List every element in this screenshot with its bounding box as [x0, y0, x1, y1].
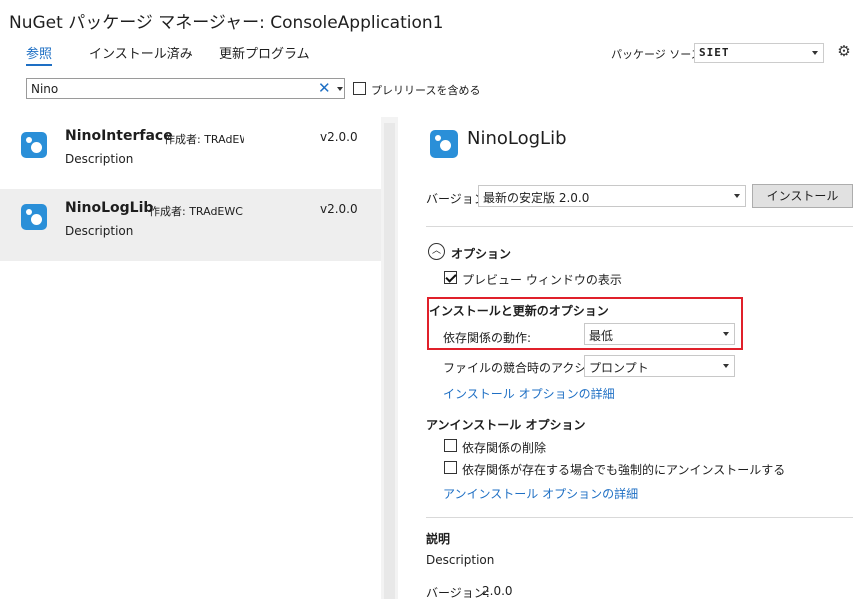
- version-value: 最新の安定版 2.0.0: [483, 191, 590, 205]
- window-title: NuGet パッケージ マネージャー: ConsoleApplication1: [9, 13, 444, 33]
- install-options-link[interactable]: インストール オプションの詳細: [443, 385, 615, 402]
- prerelease-label: プレリリースを含める: [371, 84, 481, 97]
- list-scrollbar[interactable]: [381, 117, 398, 599]
- install-button[interactable]: インストール: [752, 184, 853, 208]
- chevron-down-icon: [337, 86, 343, 91]
- package-description: Description: [65, 152, 134, 166]
- preview-window-checkbox[interactable]: [444, 271, 457, 284]
- chevron-down-icon: [723, 364, 729, 368]
- scrollbar-thumb[interactable]: [384, 123, 395, 599]
- package-source-value: SIET: [699, 46, 730, 59]
- package-author: 作成者: TRAdEWC: [149, 205, 243, 218]
- description-value: Description: [426, 553, 495, 567]
- uninstall-options-header: アンインストール オプション: [426, 418, 586, 432]
- list-item[interactable]: NinoInterface 作成者: TRAdEWC v2.0.0 Descri…: [0, 117, 381, 189]
- package-icon: [21, 204, 47, 230]
- divider: [426, 517, 853, 518]
- package-author: 作成者: TRAdEWC: [164, 133, 244, 146]
- package-icon: [21, 132, 47, 158]
- chevron-down-icon: [734, 194, 740, 198]
- force-uninstall-checkbox[interactable]: [444, 461, 457, 474]
- version-footer-value: 2.0.0: [482, 584, 513, 598]
- chevron-down-icon: [812, 51, 818, 55]
- package-name: NinoLogLib: [65, 200, 154, 216]
- remove-dependencies-checkbox[interactable]: [444, 439, 457, 452]
- package-source-dropdown[interactable]: SIET: [694, 43, 824, 63]
- package-list: NinoInterface 作成者: TRAdEWC v2.0.0 Descri…: [0, 117, 381, 599]
- package-name: NinoInterface: [65, 128, 173, 144]
- description-header: 説明: [426, 532, 451, 546]
- file-conflict-value: プロンプト: [589, 361, 649, 375]
- version-dropdown[interactable]: 最新の安定版 2.0.0: [478, 185, 746, 207]
- gear-icon[interactable]: ⚙: [836, 43, 852, 59]
- search-input[interactable]: [31, 80, 301, 97]
- tab-updates[interactable]: 更新プログラム: [219, 43, 310, 62]
- clear-search-icon[interactable]: ✕: [318, 80, 331, 97]
- package-source-label: パッケージ ソース:: [611, 48, 706, 61]
- search-box: ✕: [26, 78, 345, 99]
- divider: [426, 226, 853, 227]
- highlight-box: [427, 297, 743, 350]
- remove-dependencies-label: 依存関係の削除: [462, 441, 547, 455]
- file-conflict-dropdown[interactable]: プロンプト: [584, 355, 735, 377]
- prerelease-checkbox[interactable]: [353, 82, 366, 95]
- list-item[interactable]: NinoLogLib 作成者: TRAdEWC v2.0.0 Descripti…: [0, 189, 381, 261]
- version-footer-label: バージョン:: [426, 586, 490, 600]
- package-description: Description: [65, 224, 134, 238]
- collapse-icon[interactable]: ︿: [428, 243, 445, 260]
- options-header: オプション: [451, 247, 512, 261]
- tab-installed[interactable]: インストール済み: [89, 43, 193, 62]
- package-detail-title: NinoLogLib: [467, 128, 567, 149]
- package-version: v2.0.0: [320, 130, 358, 144]
- uninstall-options-link[interactable]: アンインストール オプションの詳細: [443, 485, 638, 502]
- tab-browse[interactable]: 参照: [26, 43, 53, 66]
- package-version: v2.0.0: [320, 202, 358, 216]
- preview-window-label: プレビュー ウィンドウの表示: [462, 273, 622, 287]
- search-history-dropdown[interactable]: [334, 79, 345, 98]
- force-uninstall-label: 依存関係が存在する場合でも強制的にアンインストールする: [462, 463, 786, 477]
- package-icon: [430, 130, 458, 158]
